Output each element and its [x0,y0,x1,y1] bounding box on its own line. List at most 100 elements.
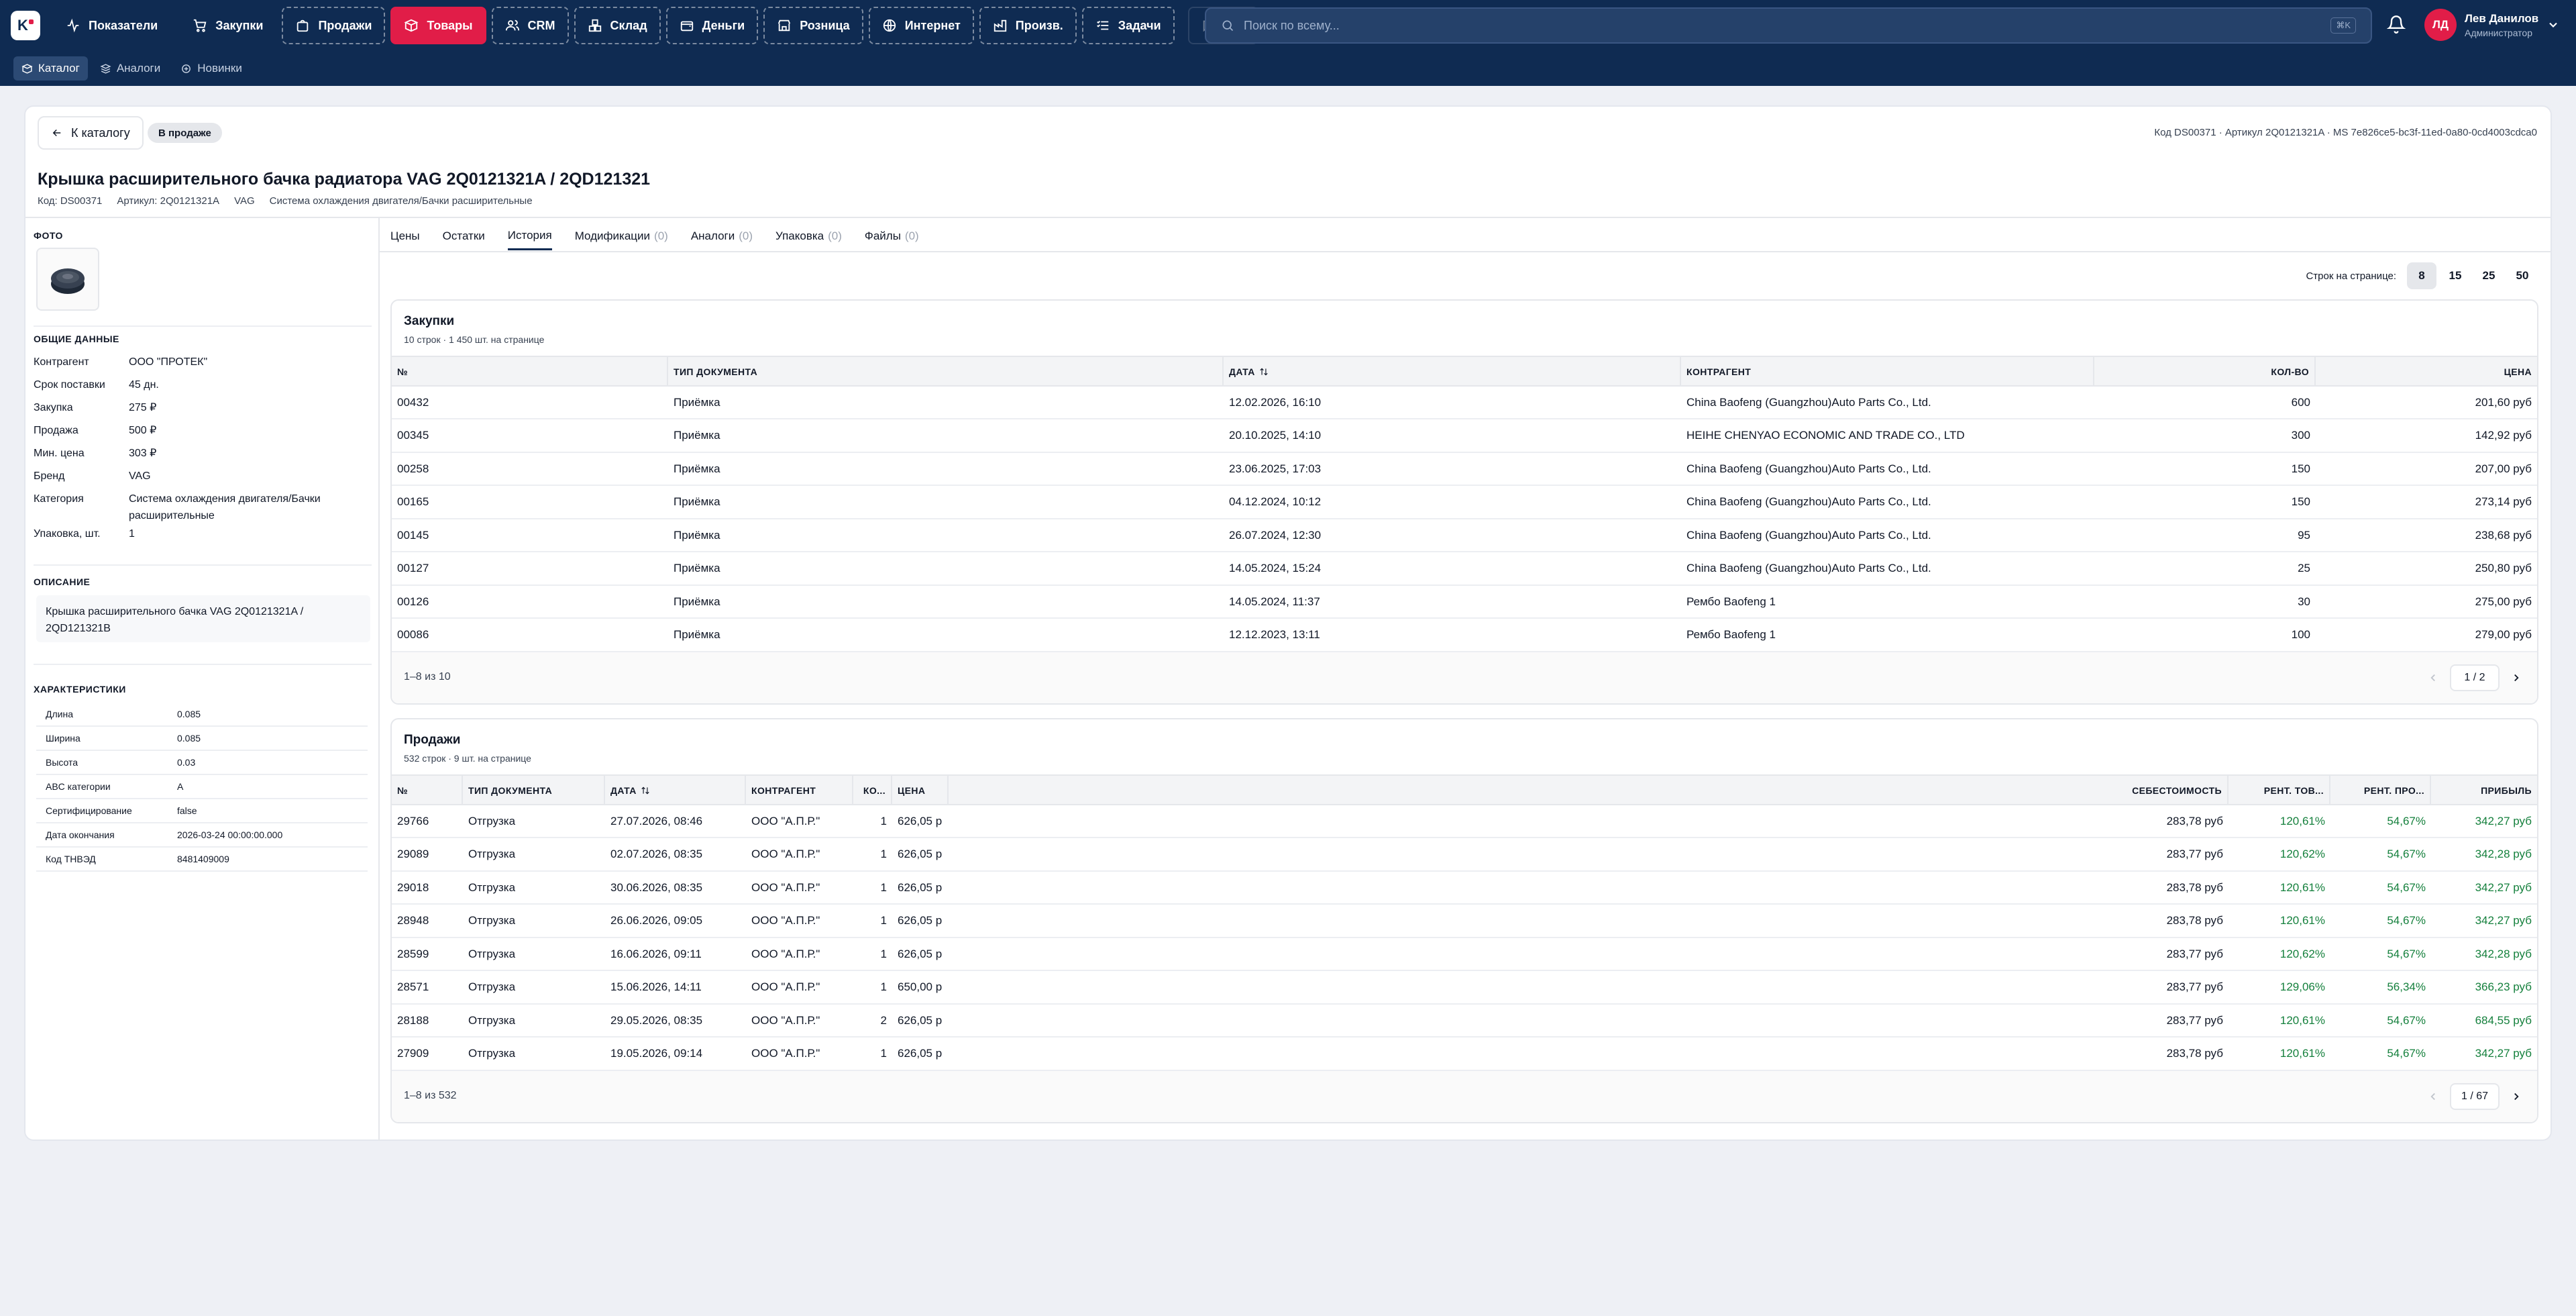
tab-1[interactable]: Цены [390,222,420,250]
product-category: Система охлаждения двигателя/Бачки расши… [269,195,533,207]
tab-7[interactable]: Файлы (0) [865,222,919,250]
table-cell: Отгрузка [468,848,516,860]
table-row[interactable]: 00345 Приёмка 20.10.2025, 14:10 HEIHE CHENY… [392,420,2537,453]
next-page-button[interactable] [2510,1091,2522,1103]
column-header[interactable]: ЦЕНА [2316,357,2537,387]
table-cell: 120,61% [2279,814,2325,827]
table-row[interactable]: 29766 Отгрузка 27.07.2026, 08:46 ООО "А.П.Р… [392,805,2537,838]
subnav-item-analogs[interactable]: Аналоги [92,56,168,81]
divider [34,325,372,327]
nav-users-button[interactable]: CRM [491,7,569,44]
subnav-item-new[interactable]: Новинки [172,56,250,81]
column-header[interactable]: РЕНТ. ПРО... [2330,776,2431,805]
column-header[interactable]: № [392,776,463,805]
sort-icon[interactable] [1259,367,1269,376]
nav-activity-button[interactable]: Показатели [52,7,171,44]
back-to-catalog-button[interactable]: К каталогу [38,116,144,150]
table-cell: 273,14 руб [2475,495,2532,508]
table-cell: 201,60 руб [2475,395,2532,409]
table-cell: 207,00 руб [2475,462,2532,475]
column-header[interactable]: № [392,357,668,387]
column-header[interactable]: ЦЕНА [892,776,949,805]
table-row[interactable]: 00258 Приёмка 23.06.2025, 17:03 China Baofe… [392,453,2537,486]
tab-count: (0) [739,230,753,242]
tab-2[interactable]: Остатки [443,222,485,250]
table-row[interactable]: 00086 Приёмка 12.12.2023, 13:11 Рембо Baofe… [392,619,2537,652]
general-key: Категория [34,493,84,505]
column-header[interactable]: ДАТА [1224,357,1681,387]
tab-4[interactable]: Модификации (0) [575,222,668,250]
spec-key: Дата окончания [46,829,115,840]
spec-row: Код ТНВЭД 8481409009 [36,848,368,872]
nav-boxes-button[interactable]: Склад [574,7,661,44]
table-row[interactable]: 28948 Отгрузка 26.06.2026, 09:05 ООО "А.П.Р… [392,905,2537,938]
nav-bag-button[interactable]: Продажи [282,7,386,44]
table-row[interactable]: 00126 Приёмка 14.05.2024, 11:37 Рембо Baofe… [392,586,2537,619]
rows-option-15[interactable]: 15 [2440,262,2470,289]
nav-store-button[interactable]: Розница [763,7,863,44]
next-page-button[interactable] [2510,672,2522,684]
table-row[interactable]: 00165 Приёмка 04.12.2024, 10:12 China Baofe… [392,487,2537,519]
nav-cart-button[interactable]: Закупки [179,7,276,44]
column-header[interactable]: ПРИБЫЛЬ [2431,776,2537,805]
column-header[interactable]: КОНТРАГЕНТ [746,776,853,805]
general-value: 45 дн. [129,379,159,391]
prev-page-button[interactable] [2427,672,2439,684]
table-cell: 342,28 руб [2475,947,2532,960]
column-header[interactable]: ДАТА [605,776,746,805]
nav-box-button[interactable]: Товары [390,7,486,44]
table-cell: 2 [880,1013,887,1027]
rows-option-50[interactable]: 50 [2508,262,2537,289]
cap-image [51,268,85,294]
table-row[interactable]: 29089 Отгрузка 02.07.2026, 08:35 ООО "А.П.Р… [392,839,2537,872]
column-header[interactable]: ТИП ДОКУМЕНТА [668,357,1224,387]
table-row[interactable]: 28571 Отгрузка 15.06.2026, 14:11 ООО "А.П.Р… [392,972,2537,1005]
user-menu[interactable]: ЛД Лев Данилов Администратор [2424,9,2560,41]
product-code: Код: DS00371 [38,195,103,207]
rows-option-25[interactable]: 25 [2474,262,2504,289]
spec-key: Длина [46,709,73,719]
column-header[interactable]: КОНТРАГЕНТ [1681,357,2094,387]
table-cell: 120,62% [2279,848,2325,860]
tab-3[interactable]: История [507,222,552,250]
table-row[interactable]: 28188 Отгрузка 29.05.2026, 08:35 ООО "А.П.Р… [392,1005,2537,1037]
notifications-button[interactable] [2387,15,2408,36]
table-cell: HEIHE CHENYAO ECONOMIC AND TRADE CO., LT… [1686,429,1965,442]
table-cell: 19.05.2026, 09:14 [610,1047,703,1060]
general-row: Продажа 500 ₽ [34,422,369,439]
table-row[interactable]: 00432 Приёмка 12.02.2026, 16:10 China Baofe… [392,387,2537,419]
product-photo[interactable] [36,248,99,311]
column-header[interactable]: СЕБЕСТОИМОСТЬ [949,776,2229,805]
table-cell: 366,23 руб [2475,980,2532,993]
nav-list-button[interactable]: Задачи [1081,7,1175,44]
app-logo[interactable]: K [11,11,40,40]
table-row[interactable]: 00127 Приёмка 14.05.2024, 15:24 China Baofe… [392,553,2537,586]
table-row[interactable]: 27909 Отгрузка 19.05.2026, 09:14 ООО "А.П.Р… [392,1038,2537,1071]
column-header[interactable]: ТИП ДОКУМЕНТА [463,776,605,805]
table-cell: 600 [2291,395,2310,409]
global-search[interactable]: Поиск по всему... ⌘K [1205,7,2372,44]
subnav-item-catalog[interactable]: Каталог [13,56,88,81]
table-cell: 1 [880,947,887,960]
prev-page-button[interactable] [2427,1091,2439,1103]
nav-wallet-button[interactable]: Деньги [665,7,759,44]
nav-globe-button[interactable]: Интернет [868,7,974,44]
search-input[interactable]: Поиск по всему... [1244,19,2321,33]
table-row[interactable]: 00145 Приёмка 26.07.2024, 12:30 China Baofe… [392,519,2537,552]
nav-factory-button[interactable]: Произв. [979,7,1077,44]
tab-6[interactable]: Упаковка (0) [775,222,842,250]
tab-5[interactable]: Аналоги (0) [691,222,753,250]
general-row: Закупка 275 ₽ [34,399,369,416]
column-header[interactable]: КОЛ-ВО [2094,357,2316,387]
spec-row: ABC категории A [36,775,368,799]
rows-option-8[interactable]: 8 [2407,262,2436,289]
sort-icon[interactable] [641,786,650,795]
column-header[interactable]: КО... [853,776,892,805]
arrow-left-icon [52,129,61,137]
cart-icon [194,19,207,32]
table-row[interactable]: 29018 Отгрузка 30.06.2026, 08:35 ООО "А.П.Р… [392,872,2537,905]
column-header[interactable]: РЕНТ. ТОВ... [2229,776,2330,805]
spec-row: Длина 0.085 [36,703,368,727]
spec-key: Сертифицирование [46,805,132,816]
table-row[interactable]: 28599 Отгрузка 16.06.2026, 09:11 ООО "А.П.Р… [392,938,2537,971]
